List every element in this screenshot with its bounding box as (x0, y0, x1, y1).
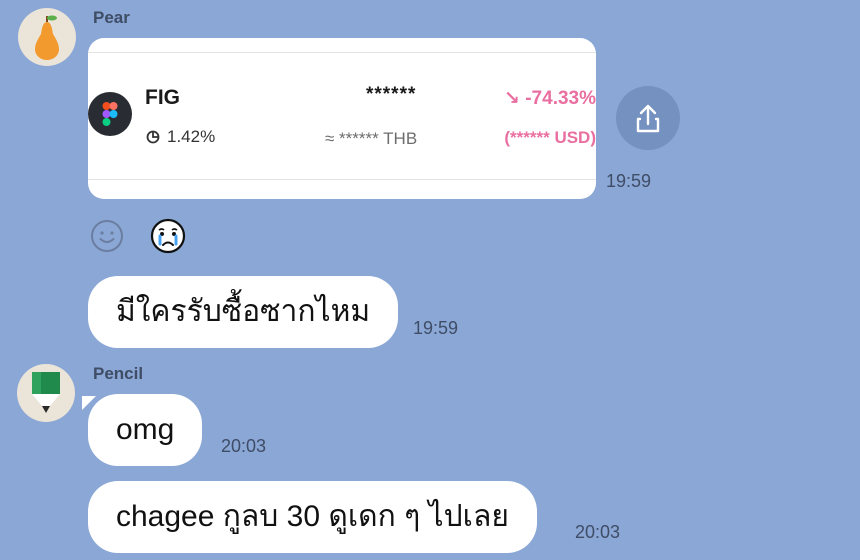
change-percent: ↘ -74.33% (504, 88, 596, 109)
stock-price: ****** (366, 84, 417, 105)
message-time: 20:03 (575, 522, 621, 542)
message-bubble[interactable]: chagee กูลบ 30 ดูเดก ๆ ไปเลย (88, 481, 537, 553)
sender-name: Pencil (93, 364, 144, 383)
pencil-avatar[interactable] (17, 364, 75, 422)
pear-avatar[interactable] (18, 8, 76, 66)
share-icon (636, 104, 660, 133)
message-time: 19:59 (413, 318, 459, 338)
reaction-emoji[interactable] (149, 217, 187, 260)
card-divider (88, 179, 596, 180)
message-time: 19:59 (606, 171, 652, 191)
add-reaction-button[interactable] (90, 219, 124, 258)
pie-chart-icon (145, 128, 161, 149)
sender-name: Pear (93, 8, 130, 27)
share-button[interactable] (616, 86, 680, 150)
stock-card[interactable]: FIG ****** ↘ -74.33% 1.42% ≈ ****** THB … (88, 38, 596, 199)
thb-value: ≈ ****** THB (325, 129, 418, 148)
stock-symbol: FIG (145, 86, 180, 109)
pencil-icon (32, 372, 60, 413)
smiley-add-reaction-icon (91, 220, 123, 252)
message-bubble[interactable]: มีใครรับซื้อซากไหม (88, 276, 399, 348)
message-bubble[interactable]: omg (88, 394, 203, 466)
figma-logo-icon (88, 92, 132, 136)
card-divider (88, 52, 596, 53)
pear-icon (35, 15, 59, 60)
holding-percent: 1.42% (167, 127, 216, 146)
message-time: 20:03 (221, 436, 267, 456)
usd-value: (****** USD) (504, 128, 596, 147)
crying-face-emoji (150, 218, 186, 254)
